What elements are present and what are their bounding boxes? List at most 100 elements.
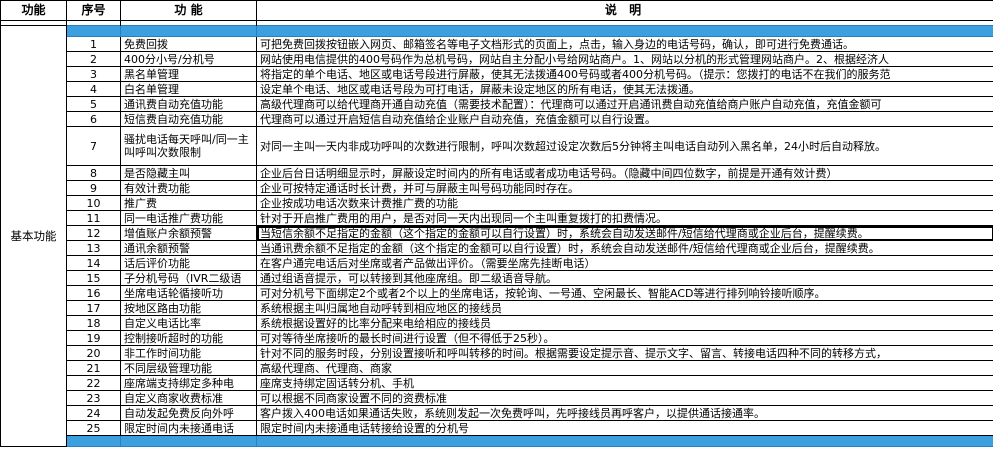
row-index[interactable]: 8 [66,165,121,181]
row-function[interactable]: 有效计费功能 [120,180,257,196]
row-index[interactable]: 21 [66,360,121,376]
row-description[interactable]: 高级代理商、代理商、商家 [256,360,993,376]
table-row: 7 骚扰电话每天呼叫/同一主叫呼叫次数限制 对同一主叫一天内非成功呼叫的次数进行限制… [1,126,993,166]
row-index[interactable]: 24 [66,405,121,421]
row-function[interactable]: 骚扰电话每天呼叫/同一主叫呼叫次数限制 [120,126,257,166]
row-index[interactable]: 6 [66,111,121,127]
row-description[interactable]: 限定时间内未接通电话转接给设置的分机号 [256,420,993,436]
row-index[interactable]: 23 [66,390,121,406]
row-function[interactable]: 自定义电话比率 [120,315,257,331]
row-index[interactable]: 14 [66,255,121,271]
row-index[interactable]: 18 [66,315,121,331]
table-row: 12 增值账户余额预警 当短信余额不足指定的金额（这个指定的金额可以自行设置）时，系… [1,225,993,241]
row-description[interactable]: 网站使用电信提供的400号码作为总机号码，网站自主分配小号给网站商户。1、网站以… [256,51,993,67]
table-row: 1 免费回拨 可把免费回拨按钮嵌入网页、邮箱签名等电子文档形式的页面上，点击，输入身… [1,36,993,52]
row-function[interactable]: 不同层级管理功能 [120,360,257,376]
row-description[interactable]: 企业后台日话明细显示时，屏蔽设定时间内的所有电话或者成功电话号码。（隐藏中间四位… [256,165,993,181]
row-index[interactable]: 25 [66,420,121,436]
table-row: 22 座席端支持绑定多种电 座席支持绑定固话转分机、手机 [1,375,993,391]
table-row: 23 自定义商家收费标准 可以根据不同商家设置不同的资费标准 [1,390,993,406]
header-category[interactable]: 功能 [0,0,67,21]
header-function[interactable]: 功 能 [120,0,257,21]
row-index[interactable]: 9 [66,180,121,196]
header-index[interactable]: 序号 [66,0,121,21]
row-index[interactable]: 16 [66,285,121,301]
row-description[interactable]: 代理商可以通过开启短信自动充值给企业账户自动充值，充值金额可以自行设置。 [256,111,993,127]
row-function[interactable]: 限定时间内未接通电话 [120,420,257,436]
row-function[interactable]: 400分小号/分机号 [120,51,257,67]
row-function[interactable]: 是否隐藏主叫 [120,165,257,181]
row-index[interactable]: 22 [66,375,121,391]
table-row: 3 黑名单管理 将指定的单个电话、地区或电话号段进行屏蔽，使其无法拨通400号码或者… [1,66,993,82]
row-index[interactable]: 1 [66,36,121,52]
row-index[interactable]: 19 [66,330,121,346]
table-row: 6 短信费自动充值功能 代理商可以通过开启短信自动充值给企业账户自动充值，充值金额可… [1,111,993,127]
row-description[interactable]: 将指定的单个电话、地区或电话号段进行屏蔽，使其无法拨通400号码或者400分机号… [256,66,993,82]
row-function[interactable]: 控制接听超时的功能 [120,330,257,346]
row-function[interactable]: 非工作时间功能 [120,345,257,361]
blue-band-bottom [1,435,993,447]
row-description[interactable]: 设定单个电话、地区或电话号段为可打电话，屏蔽未设定地区的所有电话，使其无法拨通。 [256,81,993,97]
row-index[interactable]: 2 [66,51,121,67]
row-index[interactable]: 13 [66,240,121,256]
row-description[interactable]: 当通讯费余额不足指定的金额（这个指定的金额可以自行设置）时，系统会自动发送邮件/… [256,240,993,256]
table-row: 4 白名单管理 设定单个电话、地区或电话号段为可打电话，屏蔽未设定地区的所有电话，使… [1,81,993,97]
row-description[interactable]: 当短信余额不足指定的金额（这个指定的金额可以自行设置）时，系统会自动发送邮件/短… [256,225,993,241]
row-index[interactable]: 5 [66,96,121,112]
row-function[interactable]: 推广费 [120,195,257,211]
category-label: 基本功能 [10,228,57,243]
row-index[interactable]: 12 [66,225,121,241]
table-row: 11 同一电话推广费功能 针对于开启推广费用的用户，是否对同一天内出现同一个主叫重复… [1,210,993,226]
row-description[interactable]: 系统根据设置好的比率分配来电给相应的接线员 [256,315,993,331]
row-function[interactable]: 座席端支持绑定多种电 [120,375,257,391]
row-index[interactable]: 15 [66,270,121,286]
row-index[interactable]: 10 [66,195,121,211]
row-function[interactable]: 同一电话推广费功能 [120,210,257,226]
row-description[interactable]: 企业按成功电话次数来计费推广费的功能 [256,195,993,211]
blue-band-cell [256,25,993,37]
row-description[interactable]: 系统根据主叫归属地自动呼转到相应地区的接线员 [256,300,993,316]
row-description[interactable]: 座席支持绑定固话转分机、手机 [256,375,993,391]
row-index[interactable]: 20 [66,345,121,361]
row-index[interactable]: 7 [66,126,121,166]
header-row: 功能 序号 功 能 说 明 [0,0,993,21]
row-index[interactable]: 17 [66,300,121,316]
row-description[interactable]: 可对分机号下面绑定2个或者2个以上的坐席电话，按轮询、一号通、空闲最长、智能AC… [256,285,993,301]
row-function[interactable]: 短信费自动充值功能 [120,111,257,127]
row-index[interactable]: 11 [66,210,121,226]
row-function[interactable]: 白名单管理 [120,81,257,97]
header-description[interactable]: 说 明 [256,0,993,21]
row-function[interactable]: 坐席电话轮循接听功 [120,285,257,301]
row-description[interactable]: 可把免费回拨按钮嵌入网页、邮箱签名等电子文档形式的页面上，点击，输入身边的电话号… [256,36,993,52]
row-function[interactable]: 通讯余额预警 [120,240,257,256]
row-description[interactable]: 可以根据不同商家设置不同的资费标准 [256,390,993,406]
row-function[interactable]: 黑名单管理 [120,66,257,82]
row-function[interactable]: 按地区路由功能 [120,300,257,316]
row-index[interactable]: 4 [66,81,121,97]
table-row: 16 坐席电话轮循接听功 可对分机号下面绑定2个或者2个以上的坐席电话，按轮询、一号… [1,285,993,301]
table-row: 2 400分小号/分机号 网站使用电信提供的400号码作为总机号码，网站自主分配小号… [1,51,993,67]
row-function[interactable]: 子分机号码（IVR二级语 [120,270,257,286]
row-index[interactable]: 3 [66,66,121,82]
category-cell[interactable]: 基本功能 [0,25,67,447]
row-description[interactable]: 可对等待坐席接听的最长时间进行设置（但不得低于25秒）。 [256,330,993,346]
row-description[interactable]: 针对于开启推广费用的用户，是否对同一天内出现同一个主叫重复拨打的扣费情况。 [256,210,993,226]
row-function[interactable]: 增值账户余额预警 [120,225,257,241]
row-description[interactable]: 客户拨入400电话如果通话失败，系统则发起一次免费呼叫，先呼接线员再呼客户，以提… [256,405,993,421]
table-row: 14 话后评价功能 在客户通完电话后对坐席或者产品做出评价。（需要坐席先挂断电话） [1,255,993,271]
row-function[interactable]: 通讯费自动充值功能 [120,96,257,112]
blue-band-cell [120,25,257,37]
row-description[interactable]: 高级代理商可以给代理商开通自动充值（需要技术配置）：代理商可以通过开启通讯费自动… [256,96,993,112]
row-description[interactable]: 对同一主叫一天内非成功呼叫的次数进行限制，呼叫次数超过设定次数后5分钟将主叫电话… [256,126,993,166]
row-description[interactable]: 在客户通完电话后对坐席或者产品做出评价。（需要坐席先挂断电话） [256,255,993,271]
row-function[interactable]: 免费回拨 [120,36,257,52]
table-row: 15 子分机号码（IVR二级语 通过组语音提示，可以转接到其他座席组。即二级语音导航… [1,270,993,286]
row-function[interactable]: 话后评价功能 [120,255,257,271]
row-description[interactable]: 针对不同的服务时段，分别设置接听和呼叫转移的时间。根据需要设定提示音、提示文字、… [256,345,993,361]
row-description[interactable]: 企业可按特定通话时长计费，并可与屏蔽主叫号码功能同时存在。 [256,180,993,196]
row-function[interactable]: 自动发起免费反向外呼 [120,405,257,421]
row-function[interactable]: 自定义商家收费标准 [120,390,257,406]
blue-band-cell [66,435,121,447]
table-row: 9 有效计费功能 企业可按特定通话时长计费，并可与屏蔽主叫号码功能同时存在。 [1,180,993,196]
row-description[interactable]: 通过组语音提示，可以转接到其他座席组。即二级语音导航。 [256,270,993,286]
